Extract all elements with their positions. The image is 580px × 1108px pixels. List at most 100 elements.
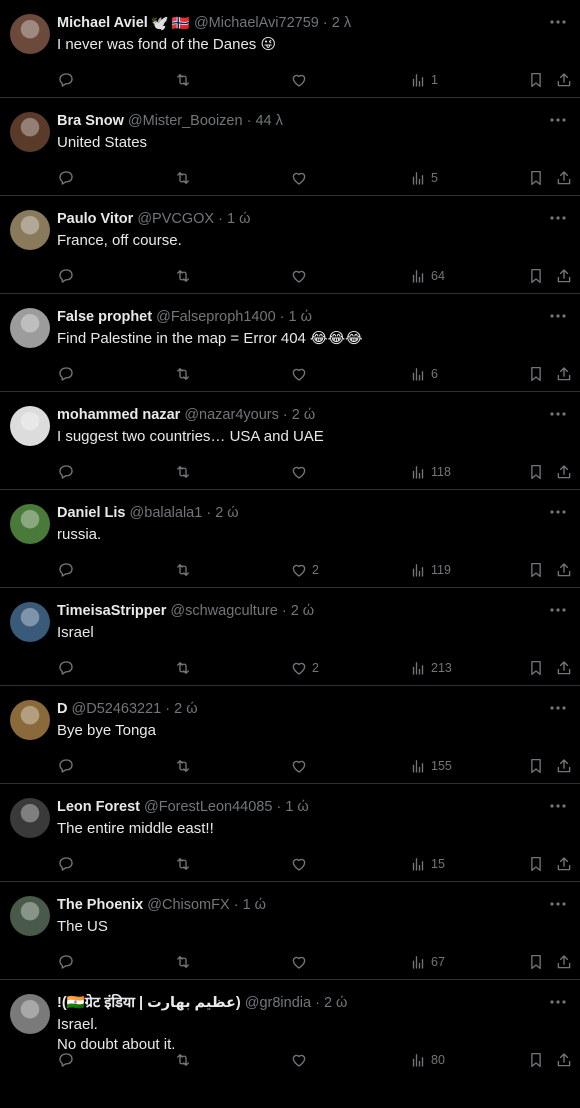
display-name[interactable]: D: [57, 701, 67, 717]
bookmark-button[interactable]: [527, 658, 545, 678]
like-button[interactable]: [290, 952, 312, 972]
reply-button[interactable]: [57, 364, 75, 384]
retweet-button[interactable]: [174, 1050, 192, 1070]
tweet[interactable]: False prophet @Falseproph1400 · 1 ώ Find…: [0, 294, 580, 392]
like-button[interactable]: [290, 70, 312, 90]
user-handle[interactable]: @schwagculture: [170, 603, 277, 619]
tweet[interactable]: Paulo Vitor @PVCGOX · 1 ώ France, off co…: [0, 196, 580, 294]
display-name[interactable]: Leon Forest: [57, 799, 140, 815]
bookmark-button[interactable]: [527, 462, 545, 482]
retweet-button[interactable]: [174, 70, 192, 90]
user-handle[interactable]: @gr8india: [245, 995, 311, 1011]
more-icon[interactable]: [548, 110, 568, 130]
retweet-button[interactable]: [174, 952, 192, 972]
share-button[interactable]: [555, 756, 573, 776]
avatar[interactable]: [10, 14, 50, 54]
share-button[interactable]: [555, 364, 573, 384]
share-button[interactable]: [555, 560, 573, 580]
reply-button[interactable]: [57, 462, 75, 482]
avatar[interactable]: [10, 896, 50, 936]
retweet-button[interactable]: [174, 854, 192, 874]
timestamp[interactable]: 2 ώ: [292, 407, 315, 423]
avatar[interactable]: [10, 308, 50, 348]
bookmark-button[interactable]: [527, 70, 545, 90]
more-icon[interactable]: [548, 796, 568, 816]
views-button[interactable]: 64: [409, 266, 445, 286]
tweet[interactable]: D @D52463221 · 2 ώ Bye bye Tonga 155: [0, 686, 580, 784]
user-handle[interactable]: @D52463221: [72, 701, 162, 717]
timestamp[interactable]: 2 λ: [332, 15, 351, 31]
timestamp[interactable]: 2 ώ: [324, 995, 347, 1011]
reply-button[interactable]: [57, 952, 75, 972]
user-handle[interactable]: @Falseproph1400: [156, 309, 276, 325]
avatar[interactable]: [10, 112, 50, 152]
reply-button[interactable]: [57, 1050, 75, 1070]
avatar[interactable]: [10, 798, 50, 838]
bookmark-button[interactable]: [527, 1050, 545, 1070]
views-button[interactable]: 119: [409, 560, 451, 580]
reply-button[interactable]: [57, 854, 75, 874]
user-handle[interactable]: @MichaelAvi72759: [194, 15, 319, 31]
like-button[interactable]: [290, 1050, 312, 1070]
display-name[interactable]: False prophet: [57, 309, 152, 325]
tweet[interactable]: !(🇮🇳ग्रेट इंडिया | عظیم بھارت) @gr8india…: [0, 980, 580, 1092]
views-button[interactable]: 155: [409, 756, 452, 776]
retweet-button[interactable]: [174, 462, 192, 482]
views-button[interactable]: 6: [409, 364, 438, 384]
views-button[interactable]: 67: [409, 952, 445, 972]
retweet-button[interactable]: [174, 560, 192, 580]
user-handle[interactable]: @ForestLeon44085: [144, 799, 272, 815]
display-name[interactable]: Michael Aviel: [57, 15, 148, 31]
tweet[interactable]: TimeisaStripper @schwagculture · 2 ώ Isr…: [0, 588, 580, 686]
like-button[interactable]: 2: [290, 560, 319, 580]
share-button[interactable]: [555, 854, 573, 874]
timestamp[interactable]: 2 ώ: [291, 603, 314, 619]
reply-button[interactable]: [57, 560, 75, 580]
views-button[interactable]: 15: [409, 854, 445, 874]
tweet[interactable]: Bra Snow @Mister_Booizen · 44 λ United S…: [0, 98, 580, 196]
bookmark-button[interactable]: [527, 364, 545, 384]
bookmark-button[interactable]: [527, 560, 545, 580]
views-button[interactable]: 5: [409, 168, 438, 188]
more-icon[interactable]: [548, 306, 568, 326]
views-button[interactable]: 1: [409, 70, 438, 90]
tweet[interactable]: Michael Aviel 🕊️ 🇳🇴 @MichaelAvi72759 · 2 λ…: [0, 0, 580, 98]
bookmark-button[interactable]: [527, 756, 545, 776]
tweet[interactable]: The Phoenix @ChisomFX · 1 ώ The US 67: [0, 882, 580, 980]
retweet-button[interactable]: [174, 266, 192, 286]
user-handle[interactable]: @PVCGOX: [137, 211, 214, 227]
avatar[interactable]: [10, 210, 50, 250]
share-button[interactable]: [555, 266, 573, 286]
like-button[interactable]: [290, 168, 312, 188]
user-handle[interactable]: @balalala1: [130, 505, 203, 521]
more-icon[interactable]: [548, 404, 568, 424]
bookmark-button[interactable]: [527, 266, 545, 286]
tweet[interactable]: mohammed nazar @nazar4yours · 2 ώ I sugg…: [0, 392, 580, 490]
user-handle[interactable]: @ChisomFX: [147, 897, 229, 913]
timestamp[interactable]: 2 ώ: [215, 505, 238, 521]
retweet-button[interactable]: [174, 756, 192, 776]
avatar[interactable]: [10, 700, 50, 740]
display-name[interactable]: The Phoenix: [57, 897, 143, 913]
display-name[interactable]: TimeisaStripper: [57, 603, 166, 619]
share-button[interactable]: [555, 462, 573, 482]
more-icon[interactable]: [548, 992, 568, 1012]
share-button[interactable]: [555, 168, 573, 188]
display-name[interactable]: mohammed nazar: [57, 407, 180, 423]
timestamp[interactable]: 2 ώ: [174, 701, 197, 717]
like-button[interactable]: [290, 756, 312, 776]
share-button[interactable]: [555, 658, 573, 678]
tweet[interactable]: Daniel Lis @balalala1 · 2 ώ russia. 2 11…: [0, 490, 580, 588]
retweet-button[interactable]: [174, 168, 192, 188]
timestamp[interactable]: 44 λ: [255, 113, 282, 129]
timestamp[interactable]: 1 ώ: [285, 799, 308, 815]
reply-button[interactable]: [57, 658, 75, 678]
views-button[interactable]: 80: [409, 1050, 445, 1070]
like-button[interactable]: [290, 462, 312, 482]
avatar[interactable]: [10, 994, 50, 1034]
share-button[interactable]: [555, 1050, 573, 1070]
display-name[interactable]: Bra Snow: [57, 113, 124, 129]
more-icon[interactable]: [548, 502, 568, 522]
more-icon[interactable]: [548, 894, 568, 914]
views-button[interactable]: 118: [409, 462, 451, 482]
